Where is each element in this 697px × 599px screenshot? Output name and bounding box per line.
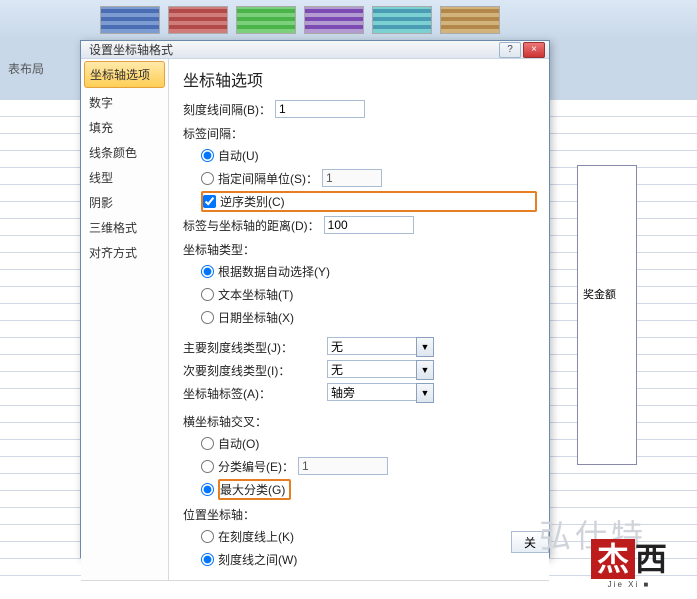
label-distance-label: 标签与坐标轴的距离(D)：	[183, 217, 320, 234]
dialog-title: 设置坐标轴格式	[85, 41, 497, 58]
watermark: 杰西 Jie Xi ■	[591, 534, 667, 589]
reverse-label: 逆序类别(C)	[220, 193, 285, 210]
close-button[interactable]: ×	[523, 42, 545, 58]
dialog-titlebar[interactable]: 设置坐标轴格式 ? ×	[81, 41, 549, 59]
dialog-nav: 坐标轴选项 数字 填充 线条颜色 线型 阴影 三维格式 对齐方式	[81, 59, 169, 580]
nav-number[interactable]: 数字	[81, 90, 168, 115]
style-swatch[interactable]	[236, 6, 296, 34]
label-spec-radio[interactable]	[201, 172, 214, 185]
chevron-down-icon[interactable]: ▼	[416, 360, 434, 380]
label-spec-input[interactable]	[322, 169, 382, 187]
pos-between-radio[interactable]	[201, 553, 214, 566]
style-swatch[interactable]	[440, 6, 500, 34]
reverse-highlight: 逆序类别(C)	[201, 191, 537, 212]
dialog-footer: 关	[81, 580, 549, 581]
nav-shadow[interactable]: 阴影	[81, 190, 168, 215]
nav-line-style[interactable]: 线型	[81, 165, 168, 190]
label-auto-radio[interactable]	[201, 149, 214, 162]
axis-options-panel: 坐标轴选项 刻度线间隔(B)： 标签间隔： 自动(U) 指定间隔单位(S)： 逆…	[169, 59, 549, 580]
style-swatch[interactable]	[100, 6, 160, 34]
watermark-sub: Jie Xi ■	[591, 580, 667, 589]
pos-on-radio[interactable]	[201, 530, 214, 543]
axis-labels-label: 坐标轴标签(A)：	[183, 385, 323, 402]
style-swatch[interactable]	[168, 6, 228, 34]
tick-interval-input[interactable]	[275, 100, 365, 118]
major-tick-select[interactable]	[327, 337, 417, 355]
axis-type-date-text: 日期坐标轴(X)	[218, 309, 294, 326]
label-interval-label: 标签间隔：	[183, 125, 537, 142]
help-button[interactable]: ?	[499, 42, 521, 58]
chevron-down-icon[interactable]: ▼	[416, 383, 434, 403]
cross-label: 横坐标轴交叉：	[183, 413, 537, 430]
cross-max-radio[interactable]	[201, 483, 214, 496]
label-distance-input[interactable]	[324, 216, 414, 234]
pos-on-text: 在刻度线上(K)	[218, 528, 294, 545]
ribbon-tab[interactable]: 表布局	[0, 58, 52, 79]
nav-axis-options[interactable]: 坐标轴选项	[84, 61, 165, 88]
chart-object[interactable]: 奖金额	[577, 165, 637, 465]
tick-interval-label: 刻度线间隔(B)：	[183, 101, 271, 118]
cross-auto-text: 自动(O)	[218, 435, 259, 452]
panel-heading: 坐标轴选项	[183, 67, 537, 91]
format-axis-dialog: 设置坐标轴格式 ? × 坐标轴选项 数字 填充 线条颜色 线型 阴影 三维格式 …	[80, 40, 550, 558]
axis-type-auto-text: 根据数据自动选择(Y)	[218, 263, 330, 280]
nav-3d-format[interactable]: 三维格式	[81, 215, 168, 240]
major-tick-label: 主要刻度线类型(J)：	[183, 339, 323, 356]
axis-type-text-radio[interactable]	[201, 288, 214, 301]
axis-type-text-text: 文本坐标轴(T)	[218, 286, 293, 303]
style-swatch[interactable]	[372, 6, 432, 34]
chevron-down-icon[interactable]: ▼	[416, 337, 434, 357]
axis-labels-select[interactable]	[327, 383, 417, 401]
watermark-plain: 西	[635, 541, 667, 577]
ribbon-strip	[0, 0, 697, 40]
position-label: 位置坐标轴：	[183, 506, 537, 523]
nav-line-color[interactable]: 线条颜色	[81, 140, 168, 165]
label-auto-text: 自动(U)	[218, 147, 259, 164]
axis-type-label: 坐标轴类型：	[183, 241, 537, 258]
cross-category-text: 分类编号(E)：	[218, 458, 294, 475]
axis-type-auto-radio[interactable]	[201, 265, 214, 278]
reverse-checkbox[interactable]	[203, 195, 216, 208]
style-swatch[interactable]	[304, 6, 364, 34]
cross-category-radio[interactable]	[201, 460, 214, 473]
cross-auto-radio[interactable]	[201, 437, 214, 450]
cross-category-input[interactable]	[298, 457, 388, 475]
cross-max-text: 最大分类(G)	[220, 483, 285, 497]
nav-fill[interactable]: 填充	[81, 115, 168, 140]
pos-between-text: 刻度线之间(W)	[218, 551, 297, 568]
nav-alignment[interactable]: 对齐方式	[81, 240, 168, 265]
minor-tick-label: 次要刻度线类型(I)：	[183, 362, 323, 379]
minor-tick-select[interactable]	[327, 360, 417, 378]
watermark-red: 杰	[591, 539, 635, 579]
cross-max-highlight: 最大分类(G)	[218, 479, 291, 500]
axis-type-date-radio[interactable]	[201, 311, 214, 324]
label-spec-text: 指定间隔单位(S)：	[218, 170, 318, 187]
chart-legend-label: 奖金额	[583, 289, 616, 301]
